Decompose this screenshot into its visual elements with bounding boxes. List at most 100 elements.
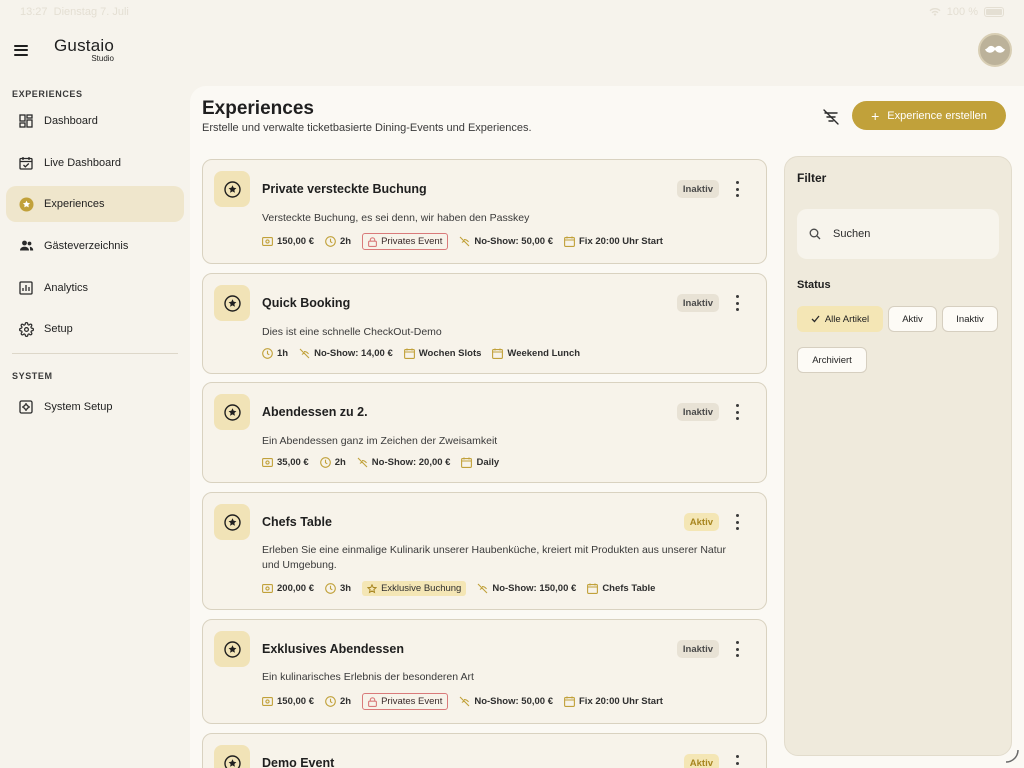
sidebar-item-setup[interactable]: Setup — [6, 311, 184, 347]
schedule: Fix 20:00 Uhr Start — [579, 696, 663, 707]
star-circle-icon — [214, 745, 250, 768]
filter-panel: Filter Status Alle Artikel Aktiv Inaktiv… — [784, 156, 1012, 756]
noshow: No-Show: 50,00 € — [474, 236, 553, 247]
experience-description: Versteckte Buchung, es sei denn, wir hab… — [262, 212, 530, 224]
schedule: Weekend Lunch — [507, 348, 581, 359]
sidebar-item-dashboard[interactable]: Dashboard — [6, 103, 184, 139]
schedule-info: Wochen Slots — [403, 348, 482, 359]
clock-icon — [325, 696, 336, 707]
experience-meta: 35,00 € 2h No-Show: 20,00 € Daily — [262, 457, 510, 468]
create-experience-button[interactable]: + Experience erstellen — [852, 101, 1006, 130]
menu-icon[interactable] — [14, 44, 28, 56]
star-circle-icon — [214, 394, 250, 430]
calendar-icon — [403, 348, 415, 359]
noshow: No-Show: 50,00 € — [474, 696, 553, 707]
cash-icon — [262, 458, 273, 467]
chip-label: Aktiv — [902, 313, 923, 325]
status-badge: Aktiv — [683, 754, 719, 768]
brand-logo: Gustaio Studio — [54, 37, 114, 63]
status-time: 13:27 — [20, 6, 48, 18]
experience-card[interactable]: Abendessen zu 2. Inaktiv Ein Abendessen … — [202, 382, 767, 483]
section-label-experiences: EXPERIENCES — [12, 89, 83, 99]
sidebar-item-live-dashboard[interactable]: Live Dashboard — [6, 145, 184, 181]
experience-card[interactable]: Private versteckte Buchung Inaktiv Verst… — [202, 159, 767, 264]
chip-archived[interactable]: Archiviert — [797, 347, 867, 373]
schedule: Wochen Slots — [418, 348, 482, 359]
noshow-info: No-Show: 150,00 € — [477, 583, 576, 594]
schedule-info: Fix 20:00 Uhr Start — [564, 236, 663, 247]
experience-card[interactable]: Exklusives Abendessen Inaktiv Ein kulina… — [202, 619, 767, 724]
private-event-tag: Privates Event — [362, 233, 449, 250]
clock-icon — [325, 236, 336, 247]
section-label-system: SYSTEM — [12, 371, 53, 382]
star-circle-icon — [214, 631, 250, 667]
duration-info: 2h — [325, 696, 351, 707]
exclusive-booking-tag: Exklusive Buchung — [362, 581, 467, 596]
tag-label: Privates Event — [381, 696, 443, 707]
duration: 2h — [339, 696, 352, 707]
more-options-icon[interactable] — [734, 404, 740, 420]
chip-label: Alle Artikel — [824, 313, 870, 325]
schedule-info: Daily — [461, 457, 499, 468]
sidebar-item-experiences[interactable]: Experiences — [6, 186, 184, 223]
chip-active[interactable]: Aktiv — [888, 306, 937, 332]
experience-title: Exklusives Abendessen — [262, 642, 404, 656]
lock-icon — [368, 236, 378, 247]
chip-label: Archiviert — [812, 354, 852, 366]
duration: 2h — [339, 236, 352, 247]
dashboard-icon — [18, 113, 34, 129]
sidebar-item-system-setup[interactable]: System Setup — [6, 389, 184, 425]
sidebar-item-guests[interactable]: Gästeverzeichnis — [6, 228, 184, 264]
experience-card[interactable]: Quick Booking Inaktiv Dies ist eine schn… — [202, 273, 767, 374]
experience-card[interactable]: Demo Event Aktiv — [202, 733, 767, 768]
status-badge: Inaktiv — [676, 640, 719, 658]
experience-meta: 1h No-Show: 14,00 € Wochen Slots Weekend… — [262, 348, 591, 359]
cash-icon — [262, 697, 273, 706]
more-options-icon[interactable] — [734, 295, 740, 311]
chip-all-items[interactable]: Alle Artikel — [797, 306, 883, 332]
main-content: Experiences Erstelle und verwalte ticket… — [190, 86, 1024, 768]
price-info: 200,00 € — [262, 583, 314, 594]
noshow-icon — [459, 236, 470, 247]
noshow-info: No-Show: 50,00 € — [459, 236, 553, 247]
check-icon — [811, 315, 820, 323]
more-options-icon[interactable] — [734, 641, 740, 657]
experience-description: Ein Abendessen ganz im Zeichen der Zweis… — [262, 435, 498, 447]
private-event-tag: Privates Event — [362, 693, 449, 710]
avatar[interactable] — [978, 33, 1012, 67]
price: 200,00 € — [277, 583, 314, 594]
brand-sub: Studio — [91, 54, 114, 63]
brand-header: Gustaio Studio — [0, 24, 190, 76]
duration-info: 1h — [262, 348, 288, 359]
experience-card[interactable]: Chefs Table Aktiv Erleben Sie eine einma… — [202, 492, 767, 610]
search-input[interactable] — [833, 228, 983, 240]
status-badge: Inaktiv — [676, 180, 719, 198]
star-circle-icon — [214, 504, 250, 540]
experience-title: Quick Booking — [262, 296, 351, 310]
schedule-info: Chefs Table — [587, 583, 655, 594]
experience-description: Dies ist eine schnelle CheckOut-Demo — [262, 326, 442, 338]
noshow-info: No-Show: 20,00 € — [357, 457, 450, 468]
more-options-icon[interactable] — [734, 181, 740, 197]
brand-name: Gustaio — [54, 36, 114, 55]
more-options-icon[interactable] — [734, 755, 740, 768]
chip-inactive[interactable]: Inaktiv — [942, 306, 998, 332]
schedule: Daily — [476, 457, 500, 468]
schedule-info: Fix 20:00 Uhr Start — [564, 696, 663, 707]
more-options-icon[interactable] — [734, 514, 740, 530]
noshow: No-Show: 150,00 € — [492, 583, 577, 594]
noshow: No-Show: 14,00 € — [314, 348, 393, 359]
calendar-icon — [564, 696, 575, 707]
search-icon — [809, 228, 821, 240]
chip-label: Inaktiv — [956, 313, 984, 325]
status-time-date: 13:27 Dienstag 7. Juli — [20, 6, 129, 18]
filter-off-icon[interactable] — [822, 108, 840, 126]
noshow-icon — [299, 348, 310, 359]
users-icon — [18, 238, 34, 254]
status-bar: 13:27 Dienstag 7. Juli 100 % — [0, 0, 1024, 24]
sidebar: Gustaio Studio EXPERIENCES Dashboard Liv… — [0, 24, 190, 768]
search-box[interactable] — [797, 209, 999, 259]
duration-info: 3h — [325, 583, 351, 594]
experience-description: Erleben Sie eine einmalige Kulinarik uns… — [262, 544, 726, 571]
sidebar-item-analytics[interactable]: Analytics — [6, 270, 184, 306]
